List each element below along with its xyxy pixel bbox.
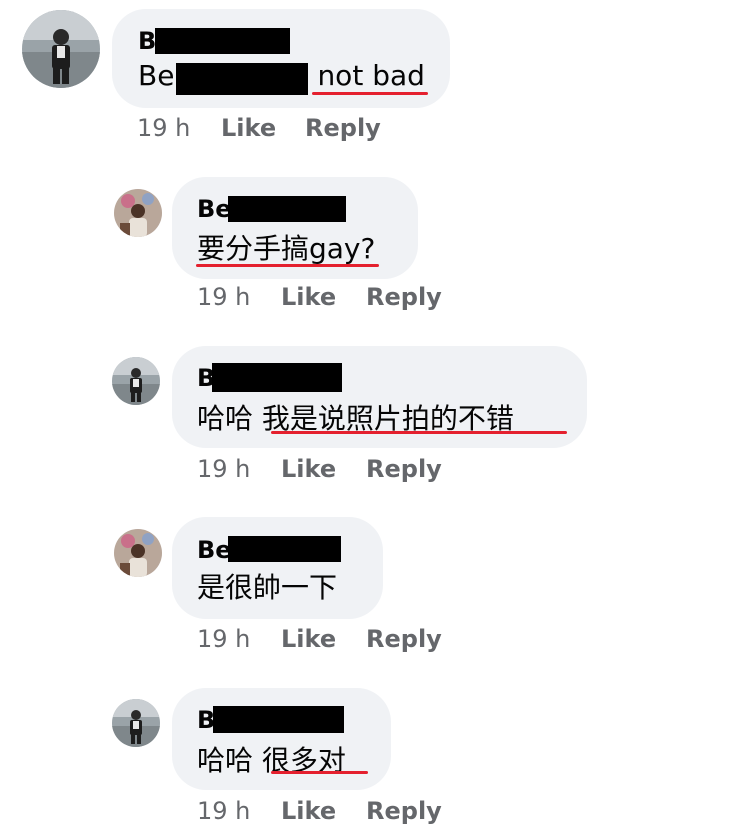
author-name[interactable]: B [138,27,156,55]
woman-avatar-icon[interactable] [114,529,162,577]
timestamp[interactable]: 19 h [197,283,250,311]
reply-button[interactable]: Reply [366,283,442,311]
redaction-bar [176,63,308,95]
author-name[interactable]: Be [197,195,232,223]
redaction-bar [155,28,290,54]
text-prefix: 哈哈 [197,744,262,777]
like-button[interactable]: Like [281,625,336,653]
woman-avatar-icon[interactable] [114,189,162,237]
like-button[interactable]: Like [221,114,276,142]
timestamp[interactable]: 19 h [197,625,250,653]
red-underline [196,264,379,267]
reply-button[interactable]: Reply [305,114,381,142]
reply-button[interactable]: Reply [366,797,442,825]
man-avatar-icon[interactable] [112,357,160,405]
timestamp[interactable]: 19 h [137,114,190,142]
redaction-bar [212,363,342,392]
like-button[interactable]: Like [281,455,336,483]
reply-button[interactable]: Reply [366,455,442,483]
redaction-bar [228,196,346,222]
timestamp[interactable]: 19 h [197,797,250,825]
mention-prefix: Be [138,59,175,92]
reply-button[interactable]: Reply [366,625,442,653]
red-underline [312,92,428,95]
highlighted-text: not bad [317,59,425,92]
red-underline [271,431,567,434]
comment-text: 是很帥一下 [197,571,338,604]
man-avatar-icon[interactable] [22,10,100,88]
timestamp[interactable]: 19 h [197,455,250,483]
redaction-bar [213,706,344,733]
text-prefix: 哈哈 [197,402,262,435]
like-button[interactable]: Like [281,283,336,311]
author-name[interactable]: Be [197,536,232,564]
comment-text: 要分手搞gay? [197,232,376,265]
redaction-bar [228,536,341,562]
red-underline [271,771,368,774]
like-button[interactable]: Like [281,797,336,825]
man-avatar-icon[interactable] [112,699,160,747]
